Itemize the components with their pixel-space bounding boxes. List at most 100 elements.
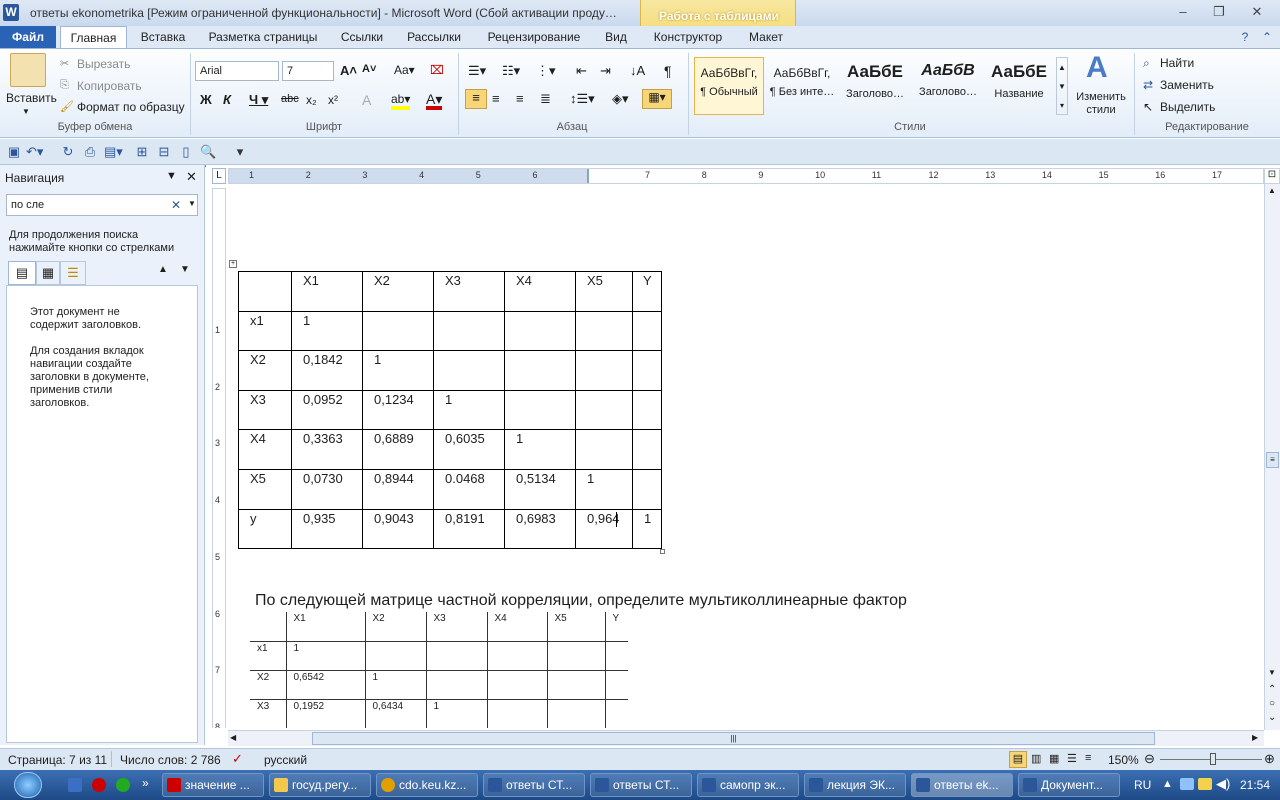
copy-button[interactable]: Копировать <box>77 79 142 93</box>
volume-icon[interactable]: ◀) <box>1216 776 1230 792</box>
hscroll-thumb[interactable]: ||| <box>312 732 1155 745</box>
table-draw-icon[interactable]: ▤▾ <box>104 144 123 160</box>
page-count[interactable]: Страница: 7 из 11 <box>8 753 107 767</box>
table-cell[interactable]: 0,0952 <box>291 389 363 431</box>
table-cell[interactable] <box>632 310 662 352</box>
table-cell[interactable] <box>504 310 576 352</box>
nav-prev-icon[interactable]: ▲ <box>158 264 168 275</box>
table-cell[interactable] <box>364 641 427 671</box>
outline-icon[interactable]: ☰ <box>1067 752 1077 765</box>
scroll-left-icon[interactable]: ◀ <box>230 733 236 742</box>
table-cell[interactable] <box>362 310 434 352</box>
table-cell[interactable] <box>546 699 606 729</box>
table-cell[interactable]: X3 <box>250 699 287 729</box>
table-cell[interactable]: 1 <box>575 468 633 510</box>
table-cell[interactable]: 0,1234 <box>362 389 434 431</box>
taskbar-item[interactable]: cdo.keu.kz... <box>376 773 478 797</box>
table-cell[interactable]: 0,6983 <box>504 508 576 550</box>
taskbar-item-active[interactable]: ответы ek... <box>911 773 1013 797</box>
scroll-down-icon[interactable]: ▼ <box>1268 668 1276 677</box>
nav-pages-tab-icon[interactable]: ▦ <box>36 261 60 285</box>
table-cell[interactable] <box>575 389 633 431</box>
table-cell[interactable] <box>425 670 488 700</box>
table-resize-handle[interactable] <box>660 549 665 554</box>
table-cell[interactable]: 1 <box>504 429 576 470</box>
text-effects-icon[interactable]: A <box>362 92 371 108</box>
table-cell[interactable]: 1 <box>285 641 366 671</box>
table-cell[interactable] <box>486 670 548 700</box>
table-cell[interactable]: 0,5134 <box>504 468 576 510</box>
table-cell[interactable] <box>575 350 633 391</box>
tab-references[interactable]: Ссылки <box>334 26 390 48</box>
sort-icon[interactable]: ↓A <box>630 63 645 78</box>
repeat-icon[interactable]: ↻ <box>60 144 76 160</box>
table-cell[interactable] <box>504 350 576 391</box>
align-left-icon[interactable]: ≡ <box>465 89 487 109</box>
shrink-font-icon[interactable]: A˅ <box>362 63 376 75</box>
tab-design[interactable]: Конструктор <box>646 26 730 48</box>
strikethrough-icon[interactable]: abc <box>281 93 299 105</box>
maximize-button[interactable]: ❐ <box>1208 4 1230 20</box>
table-cell[interactable] <box>575 429 633 470</box>
table-cell[interactable]: 0,3363 <box>291 429 363 470</box>
vertical-ruler[interactable]: 1 2 3 4 5 6 7 8 <box>212 188 226 732</box>
decrease-indent-icon[interactable]: ⇤ <box>576 63 587 79</box>
table-cell[interactable]: 1 <box>362 350 434 391</box>
table-cell[interactable]: X1 <box>285 612 366 642</box>
table-cell[interactable]: 1 <box>425 699 488 729</box>
scroll-up-icon[interactable]: ▲ <box>1268 186 1276 195</box>
print-layout-icon[interactable]: ▤ <box>1009 751 1027 768</box>
tray-expand-icon[interactable]: ▲ <box>1162 778 1173 790</box>
table-cell[interactable]: X5 <box>238 468 292 510</box>
ribbon-collapse-icon[interactable]: ⌃ <box>1258 26 1276 48</box>
table-cell[interactable]: 0,1952 <box>285 699 366 729</box>
table-cell[interactable] <box>604 641 628 671</box>
proofing-icon[interactable]: ✓ <box>232 751 243 767</box>
prev-page-icon[interactable]: ⌃ <box>1268 684 1276 695</box>
italic-icon[interactable]: К <box>223 92 231 107</box>
table-cell[interactable]: X3 <box>238 389 292 431</box>
style-no-spacing[interactable]: АаБбВвГг, ¶ Без инте… <box>767 57 837 115</box>
underline-icon[interactable]: Ч ▾ <box>249 92 268 108</box>
table-cell[interactable]: y <box>238 508 292 550</box>
partial-correlation-table[interactable]: X1 X2 X3 X4 X5 Y x1 1 X2 0,6542 1 X3 0,1952 0… <box>250 612 628 729</box>
table-cell[interactable] <box>433 310 505 352</box>
table-cell[interactable]: X2 <box>238 350 292 391</box>
table-cell[interactable]: 0.0468 <box>433 468 505 510</box>
table-cell[interactable] <box>486 641 548 671</box>
table-cell[interactable]: X3 <box>433 271 505 312</box>
style-normal[interactable]: АаБбВвГг, ¶ Обычный <box>694 57 764 115</box>
taskbar-item[interactable]: лекция ЭК... <box>804 773 906 797</box>
table-cell[interactable] <box>238 271 292 312</box>
table-cell[interactable] <box>604 699 628 729</box>
taskbar-item[interactable]: ответы СТ... <box>590 773 692 797</box>
merge-cells-icon[interactable]: ⊟ <box>156 144 172 160</box>
table-cell[interactable]: 0,1842 <box>291 350 363 391</box>
page-icon[interactable]: ▯ <box>178 144 194 160</box>
bullets-icon[interactable]: ☰▾ <box>468 63 486 79</box>
zoom-slider-thumb[interactable] <box>1210 753 1216 765</box>
numbering-icon[interactable]: ☷▾ <box>502 63 520 79</box>
table-cell[interactable] <box>546 641 606 671</box>
tab-page-layout[interactable]: Разметка страницы <box>200 26 326 48</box>
table-cell[interactable]: Y <box>604 612 628 642</box>
select-button[interactable]: Выделить <box>1160 100 1215 114</box>
style-title[interactable]: АаБбЕ Название <box>984 57 1054 115</box>
change-styles-button[interactable]: Изменить стили <box>1070 91 1132 117</box>
scroll-right-icon[interactable]: ▶ <box>1252 733 1258 742</box>
subscript-icon[interactable]: x₂ <box>306 93 317 107</box>
table-cell[interactable]: Y <box>632 271 662 312</box>
bold-icon[interactable]: Ж <box>200 92 212 107</box>
taskbar-item[interactable]: госуд.регу... <box>269 773 371 797</box>
table-cell[interactable]: 0,8944 <box>362 468 434 510</box>
justify-icon[interactable]: ≣ <box>540 91 551 107</box>
table-cell[interactable] <box>604 670 628 700</box>
print-icon[interactable]: ⎙ <box>82 144 98 160</box>
tab-home[interactable]: Главная <box>60 26 127 49</box>
word-app-icon[interactable]: W <box>3 4 19 21</box>
table-cell[interactable]: 0,6434 <box>364 699 427 729</box>
table-cell[interactable] <box>425 641 488 671</box>
align-right-icon[interactable]: ≡ <box>516 91 524 106</box>
clock[interactable]: 21:54 <box>1240 778 1270 792</box>
table-cell[interactable] <box>504 389 576 431</box>
